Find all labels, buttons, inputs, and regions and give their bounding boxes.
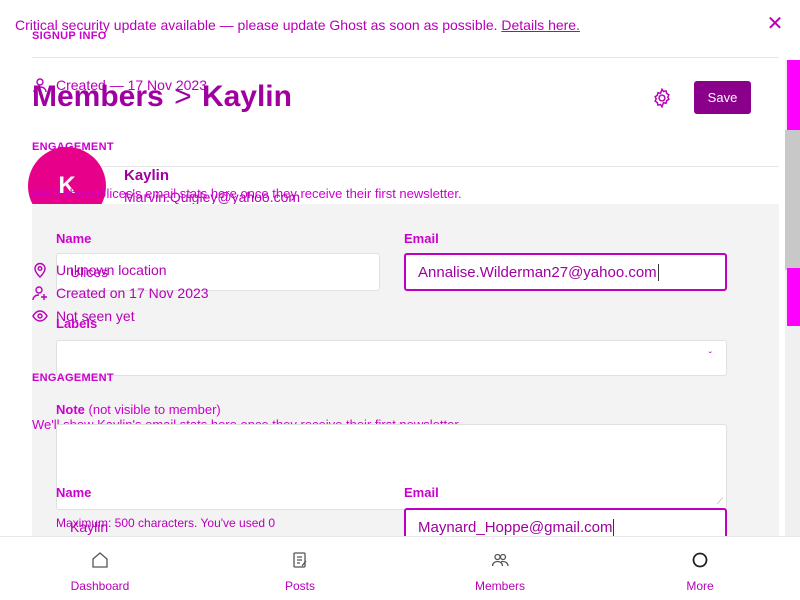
breadcrumb-separator: > (174, 80, 192, 113)
name-label-2: Name (56, 485, 92, 500)
save-button[interactable]: Save (694, 81, 751, 114)
email-field-value: Annalise.Wilderman27@yahoo.com (418, 263, 657, 281)
nav-item-posts[interactable]: Posts (240, 537, 360, 600)
members-icon (491, 553, 509, 567)
nav-label-posts: Posts (284, 579, 315, 593)
nav-label-dashboard: Dashboard (70, 579, 130, 593)
note-textarea[interactable]: ⟋ (56, 424, 727, 510)
created-row: Created on 17 Nov 2023 (32, 285, 209, 301)
signup-divider (32, 57, 779, 58)
home-icon (92, 552, 108, 568)
nav-label-members: Members (474, 579, 525, 593)
breadcrumb-members[interactable]: Members (32, 80, 164, 113)
labels-dropdown-icon[interactable]: ˇ (709, 351, 712, 362)
email-field[interactable]: Annalise.Wilderman27@yahoo.com (404, 253, 727, 291)
user-plus-icon (32, 286, 47, 301)
nav-item-members[interactable]: Members (440, 537, 560, 600)
name-field-2-ghost-value: Kaylin (70, 519, 109, 535)
banner-details-link[interactable]: Details here. (501, 17, 580, 33)
name-label: Name (56, 231, 92, 246)
labels-field[interactable]: ˇ (56, 340, 727, 376)
member-name: Kaylin (124, 167, 170, 184)
eye-icon (32, 310, 48, 322)
email-label: Email (404, 231, 439, 246)
text-caret (657, 263, 659, 281)
labels-label: Labels (56, 316, 98, 331)
bottom-nav: Dashboard Posts Members More (0, 536, 800, 600)
scrollbar-marker-bottom (787, 268, 800, 326)
gear-icon[interactable] (651, 87, 673, 109)
engagement-note-top: We'll show Ulices's email stats here onc… (32, 186, 462, 201)
note-hint: (not visible to member) (88, 402, 221, 417)
scrollbar-marker-top (787, 60, 800, 130)
email-label-2: Email (404, 485, 439, 500)
location-row: Unknown location (32, 262, 167, 278)
signup-info-label: SIGNUP INFO (32, 30, 107, 42)
engagement-label-mid: ENGAGEMENT (32, 372, 114, 384)
location-text: Unknown location (56, 262, 167, 278)
note-label-text: Note (56, 402, 85, 417)
location-pin-icon (34, 262, 46, 278)
nav-label-more: More (686, 579, 714, 593)
email-field-2-value: Maynard_Hoppe@gmail.com (418, 518, 613, 536)
nav-item-dashboard[interactable]: Dashboard (40, 537, 160, 600)
scrollbar-thumb[interactable] (785, 130, 800, 270)
more-icon (692, 552, 708, 568)
created-text: Created on 17 Nov 2023 (56, 285, 209, 301)
nav-item-more[interactable]: More (640, 537, 760, 600)
page-title: Members > Kaylin (32, 80, 292, 114)
close-banner-icon[interactable]: ✕ (765, 12, 785, 36)
posts-icon (293, 552, 307, 568)
note-label: Note (not visible to member) (56, 402, 221, 417)
text-caret-2 (613, 518, 615, 536)
resize-handle-icon[interactable]: ⟋ (717, 496, 723, 507)
breadcrumb-current: Kaylin (201, 80, 292, 113)
